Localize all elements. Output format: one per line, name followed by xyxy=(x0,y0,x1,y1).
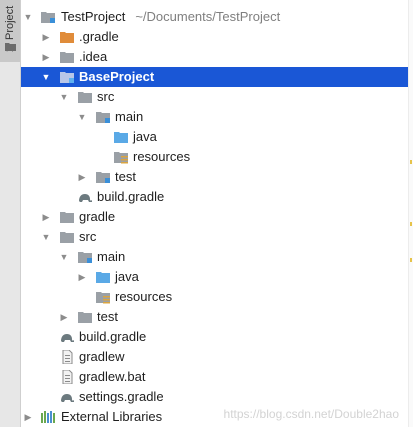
idea-label: .idea xyxy=(79,49,108,64)
tree-row-bp-java[interactable]: java xyxy=(21,127,408,147)
marker-gutter xyxy=(408,0,413,427)
collapsed-arrow-icon[interactable]: ▶ xyxy=(76,167,88,187)
expand-arrow-icon[interactable]: ▼ xyxy=(22,7,34,27)
tree-row-bp-src[interactable]: ▼ src xyxy=(21,87,408,107)
module-folder-icon xyxy=(60,72,74,83)
tree-row-java[interactable]: ▶ java xyxy=(21,267,408,287)
settings-gradle-label: settings.gradle xyxy=(79,389,164,404)
folder-icon xyxy=(78,92,92,103)
resources-label: resources xyxy=(115,289,173,304)
tree-row-bp-test[interactable]: ▶ test xyxy=(21,167,408,187)
root-path: ~/Documents/TestProject xyxy=(135,9,281,24)
watermark: https://blog.csdn.net/Double2hao xyxy=(223,407,399,421)
project-tree[interactable]: ▼ TestProject ~/Documents/TestProject ▶ .… xyxy=(21,0,408,427)
project-tool-tab[interactable]: 1: Project xyxy=(0,0,20,62)
gradlew-label: gradlew xyxy=(79,349,125,364)
bp-test-label: test xyxy=(115,169,136,184)
tool-window-strip: 1: Project xyxy=(0,0,21,427)
src-label: src xyxy=(79,229,97,244)
bp-build-gradle-label: build.gradle xyxy=(97,189,165,204)
tree-row-build-gradle[interactable]: build.gradle xyxy=(21,327,408,347)
folder-icon xyxy=(5,43,16,51)
tree-row-bp-build-gradle[interactable]: build.gradle xyxy=(21,187,408,207)
tree-row-testproject[interactable]: ▼ TestProject ~/Documents/TestProject xyxy=(21,7,408,27)
tree-row-test[interactable]: ▶ test xyxy=(21,307,408,327)
tree-row-src[interactable]: ▼ src xyxy=(21,227,408,247)
gutter-marker xyxy=(410,222,412,226)
excluded-folder-icon xyxy=(60,32,74,43)
test-label: test xyxy=(97,309,118,324)
external-libraries-label: External Libraries xyxy=(61,409,163,424)
folder-icon xyxy=(60,212,74,223)
library-icon xyxy=(41,411,55,423)
source-folder-icon xyxy=(114,132,128,143)
main-label: main xyxy=(97,249,126,264)
tree-row-gradlew[interactable]: gradlew xyxy=(21,347,408,367)
tree-row-bp-resources[interactable]: resources xyxy=(21,147,408,167)
root-name: TestProject xyxy=(61,9,126,24)
java-label: java xyxy=(115,269,139,284)
expand-arrow-icon[interactable]: ▼ xyxy=(40,227,52,247)
gradle-elephant-icon xyxy=(79,194,92,202)
module-folder-icon xyxy=(41,12,55,23)
expand-arrow-icon[interactable]: ▼ xyxy=(40,67,52,87)
expand-arrow-icon[interactable]: ▼ xyxy=(58,87,70,107)
baseproject-label: BaseProject xyxy=(79,69,155,84)
collapsed-arrow-icon[interactable]: ▶ xyxy=(58,307,70,327)
gutter-marker xyxy=(410,160,412,164)
tree-row-main[interactable]: ▼ main xyxy=(21,247,408,267)
collapsed-arrow-icon[interactable]: ▶ xyxy=(22,407,34,427)
text-file-icon xyxy=(62,370,73,384)
tree-row-gradle[interactable]: ▶ gradle xyxy=(21,207,408,227)
module-folder-icon xyxy=(96,172,110,183)
tree-row-gradlew-bat[interactable]: gradlew.bat xyxy=(21,367,408,387)
folder-icon xyxy=(60,52,74,63)
bp-main-label: main xyxy=(115,109,144,124)
folder-icon xyxy=(60,232,74,243)
expand-arrow-icon[interactable]: ▼ xyxy=(76,107,88,127)
bp-java-label: java xyxy=(133,129,157,144)
folder-icon xyxy=(78,312,92,323)
expand-arrow-icon[interactable]: ▼ xyxy=(58,247,70,267)
source-folder-icon xyxy=(96,272,110,283)
tree-row-resources[interactable]: resources xyxy=(21,287,408,307)
resources-folder-icon xyxy=(114,152,128,164)
collapsed-arrow-icon[interactable]: ▶ xyxy=(76,267,88,287)
resources-folder-icon xyxy=(96,292,110,304)
gradle-folder-label: gradle xyxy=(79,209,116,224)
gradle-elephant-icon xyxy=(61,394,74,402)
tree-row-settings-gradle[interactable]: settings.gradle xyxy=(21,387,408,407)
gutter-marker xyxy=(410,258,412,262)
tree-row-bp-main[interactable]: ▼ main xyxy=(21,107,408,127)
gradle-elephant-icon xyxy=(61,334,74,342)
collapsed-arrow-icon[interactable]: ▶ xyxy=(40,27,52,47)
tree-row-idea[interactable]: ▶ .idea xyxy=(21,47,408,67)
build-gradle-label: build.gradle xyxy=(79,329,147,344)
bp-src-label: src xyxy=(97,89,115,104)
bp-resources-label: resources xyxy=(133,149,191,164)
collapsed-arrow-icon[interactable]: ▶ xyxy=(40,207,52,227)
gradlew-bat-label: gradlew.bat xyxy=(79,369,146,384)
collapsed-arrow-icon[interactable]: ▶ xyxy=(40,47,52,67)
text-file-icon xyxy=(62,350,73,364)
module-folder-icon xyxy=(78,252,92,263)
module-folder-icon xyxy=(96,112,110,123)
dot-gradle-label: .gradle xyxy=(79,29,119,44)
tree-row-dot-gradle[interactable]: ▶ .gradle xyxy=(21,27,408,47)
tree-row-baseproject[interactable]: ▼ BaseProject xyxy=(21,67,408,87)
